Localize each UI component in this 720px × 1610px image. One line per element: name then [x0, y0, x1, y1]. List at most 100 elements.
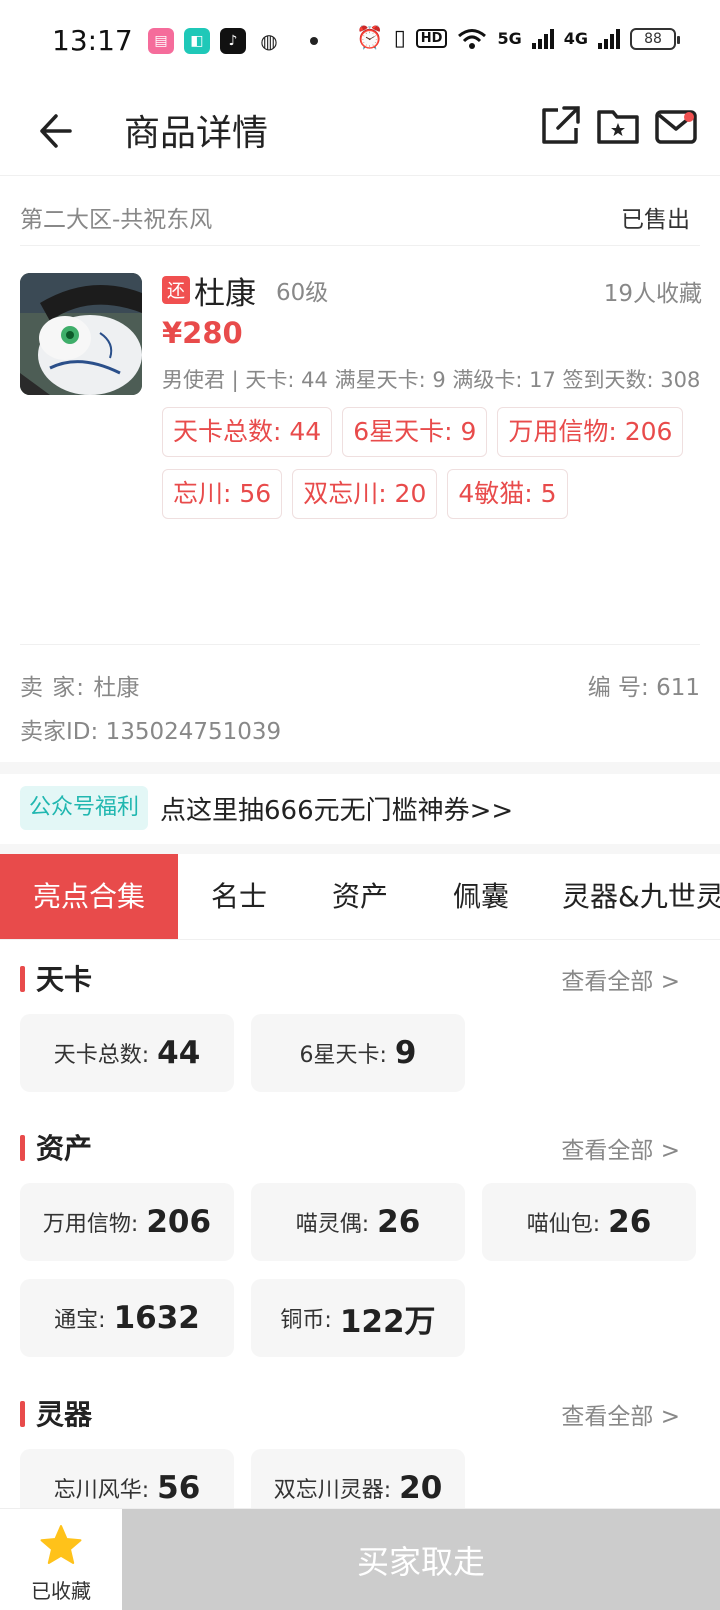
seller-id-row: 卖家ID: 135024751039 — [20, 712, 281, 746]
view-all-link[interactable]: 查看全部 > — [561, 962, 680, 996]
character-avatar[interactable] — [20, 273, 142, 395]
serial-number: 编 号: 611 — [588, 668, 700, 702]
sold-status: 已售出 — [621, 207, 690, 233]
highlight-tag: 万用信物: 206 — [497, 407, 684, 457]
stat-card: 通宝: 1632 — [20, 1279, 234, 1357]
stat-label: 喵仙包: — [526, 1212, 601, 1237]
character-level: 60级 — [276, 280, 329, 306]
section-gap — [0, 762, 720, 774]
section-marker — [20, 1401, 25, 1427]
message-button[interactable] — [652, 102, 712, 150]
serial-label: 编 号: — [587, 675, 657, 701]
stat-label: 万用信物: — [42, 1212, 139, 1237]
signal-2-icon — [598, 28, 620, 49]
status-indicators: ⏰ ▯ HD 5G 4G 88 — [356, 26, 680, 51]
battery-icon: 88 — [630, 27, 680, 50]
stat-value: 1632 — [113, 1300, 200, 1336]
stat-card: 6星天卡: 9 — [251, 1014, 465, 1092]
highlight-tag: 6星天卡: 9 — [342, 407, 488, 457]
mail-icon[interactable] — [652, 102, 700, 150]
stat-card: 铜币: 122万 — [251, 1279, 465, 1357]
vibrate-icon: ▯ — [393, 26, 406, 51]
section-title: 天卡 — [36, 963, 93, 996]
stat-value: 26 — [377, 1204, 421, 1240]
section-gap — [0, 844, 720, 854]
status-time: 13:17 — [52, 24, 133, 57]
page-title: 商品详情 — [124, 113, 269, 154]
signal-icon — [531, 28, 554, 49]
bottom-action-bar: 已收藏 买家取走 — [0, 1508, 720, 1610]
favorite-count: 19人收藏 — [603, 281, 702, 307]
seller-row: 卖 家: 杜康 编 号: 611 — [20, 668, 700, 702]
buyer-taken-button[interactable]: 买家取走 — [122, 1509, 720, 1610]
promo-banner[interactable]: 公众号福利 点这里抽666元无门槛神券>> — [20, 780, 700, 836]
favorite-label: 已收藏 — [31, 1579, 91, 1603]
section-title: 灵器 — [36, 1398, 93, 1431]
network-5g-icon: 5G — [497, 29, 522, 48]
favorite-folder-icon[interactable] — [594, 102, 642, 150]
tab-celebrities[interactable]: 名士 — [178, 854, 300, 939]
stat-label: 铜币: — [280, 1308, 332, 1333]
account-summary: 男使君 | 天卡: 44 满星天卡: 9 满级卡: 17 签到天数: 308 — [162, 368, 701, 392]
promo-link[interactable]: 点这里抽666元无门槛神券>> — [160, 790, 513, 827]
back-arrow-icon[interactable] — [34, 106, 84, 156]
seller-id-label: 卖家ID: — [20, 719, 106, 745]
bilibili-app-icon: ▤ — [148, 28, 174, 54]
stat-card: 万用信物: 206 — [20, 1183, 234, 1261]
view-all-link[interactable]: 查看全部 > — [561, 1131, 680, 1165]
highlight-tag: 4敏猫: 5 — [447, 469, 568, 519]
section-marker — [20, 1135, 25, 1161]
stat-label: 忘川风华: — [53, 1478, 150, 1503]
share-icon[interactable] — [536, 102, 584, 150]
tab-lingqi[interactable]: 灵器&九世灵 — [542, 854, 720, 939]
seller-label: 卖 家: — [20, 675, 94, 701]
divider — [20, 644, 700, 645]
stat-value: 9 — [394, 1035, 417, 1071]
more-notifications-dot-icon — [310, 37, 318, 45]
stat-value: 206 — [146, 1204, 212, 1240]
stat-card: 喵仙包: 26 — [482, 1183, 696, 1261]
price: ¥280 — [162, 316, 243, 350]
wifi-icon — [458, 28, 487, 49]
network-4g-icon: 4G — [563, 29, 588, 48]
section-header-assets: 资产 查看全部 > — [20, 1127, 680, 1167]
product-info: 还 杜康 60级 19人收藏 ¥280 男使君 | 天卡: 44 满星天卡: 9… — [162, 270, 702, 519]
stat-value: 26 — [608, 1204, 652, 1240]
stat-label: 通宝: — [54, 1308, 106, 1333]
top-app-bar: 商品详情 — [0, 86, 720, 176]
tab-pouch[interactable]: 佩囊 — [420, 854, 542, 939]
seller-name: 杜康 — [93, 675, 140, 701]
promo-tag: 公众号福利 — [20, 786, 149, 830]
view-all-link[interactable]: 查看全部 > — [561, 1397, 680, 1431]
tab-assets[interactable]: 资产 — [300, 854, 420, 939]
stat-label: 双忘川灵器: — [273, 1478, 392, 1503]
tab-highlights[interactable]: 亮点合集 — [0, 854, 178, 939]
stat-card: 喵灵偶: 26 — [251, 1183, 465, 1261]
stat-value: 20 — [399, 1470, 443, 1506]
stat-value: 44 — [157, 1035, 201, 1071]
server-name: 第二大区-共祝东风 — [20, 207, 213, 233]
section-header-lingqi: 灵器 查看全部 > — [20, 1393, 680, 1433]
hd-icon: HD — [415, 29, 448, 48]
stat-label: 6星天卡: — [299, 1043, 387, 1068]
section-marker — [20, 966, 25, 992]
star-icon — [40, 1525, 82, 1564]
favorite-button[interactable]: 已收藏 — [0, 1509, 122, 1610]
unread-dot — [684, 112, 694, 122]
shop-app-icon: ◧ — [184, 28, 210, 54]
section-title: 资产 — [36, 1132, 93, 1165]
stat-value: 122万 — [339, 1303, 436, 1340]
stat-label: 天卡总数: — [53, 1043, 150, 1068]
server-row: 第二大区-共祝东风 已售出 — [20, 186, 700, 246]
tiktok-app-icon: ♪ — [220, 28, 246, 54]
return-badge: 还 — [162, 276, 190, 304]
highlight-tags: 天卡总数: 44 6星天卡: 9 万用信物: 206 忘川: 56 双忘川: 2… — [162, 407, 702, 519]
stat-label: 喵灵偶: — [295, 1212, 370, 1237]
stat-value: 56 — [157, 1470, 201, 1506]
notification-icons: ▤ ◧ ♪ ◍ — [148, 28, 318, 54]
highlight-tag: 双忘川: 20 — [292, 469, 438, 519]
highlight-tag: 天卡总数: 44 — [162, 407, 333, 457]
stat-card: 天卡总数: 44 — [20, 1014, 234, 1092]
character-name: 杜康 — [194, 275, 256, 312]
alarm-icon: ⏰ — [356, 26, 384, 51]
